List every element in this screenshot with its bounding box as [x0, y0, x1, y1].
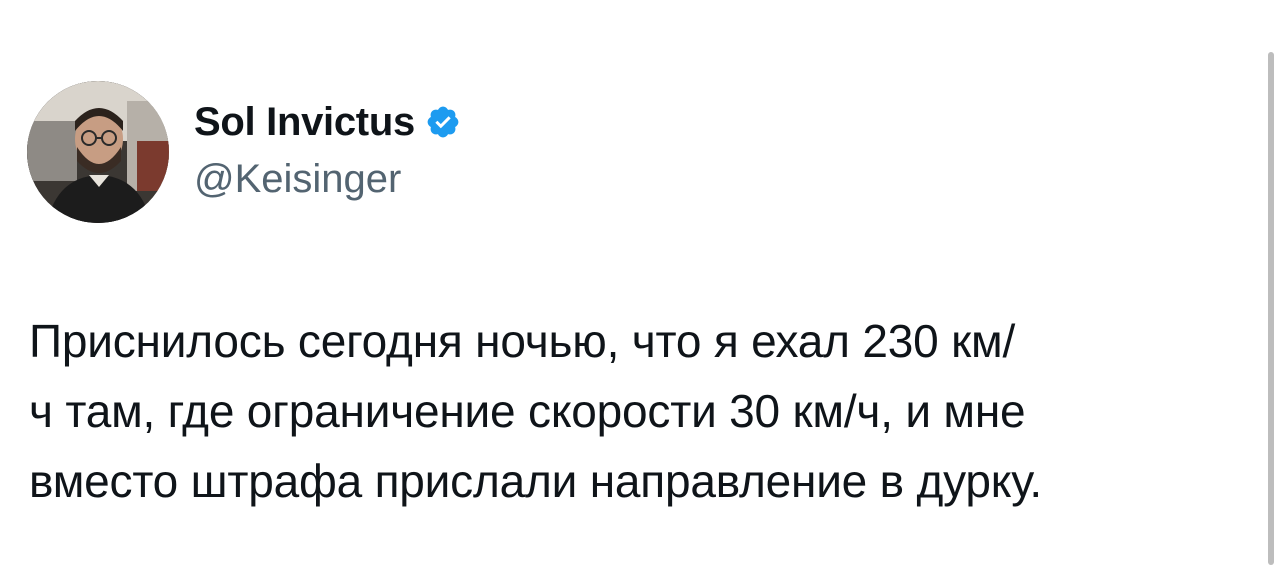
tweet-text-line: ч там, где ограничение скорости 30 км/ч,…: [29, 385, 1026, 437]
avatar-photo: [27, 81, 169, 223]
author-handle[interactable]: @Keisinger: [194, 155, 401, 203]
scrollbar[interactable]: [1268, 52, 1274, 565]
tweet-text-line: вместо штрафа прислали направление в дур…: [29, 455, 1042, 507]
avatar[interactable]: [27, 81, 169, 223]
tweet-card: Sol Invictus @Keisinger Приснилось сегод…: [0, 0, 1284, 565]
verified-badge-icon[interactable]: [425, 104, 461, 140]
author-display-name[interactable]: Sol Invictus: [194, 98, 415, 146]
tweet-text-line: Приснилось сегодня ночью, что я ехал 230…: [29, 315, 1016, 367]
author-name-row: Sol Invictus: [194, 97, 461, 147]
tweet-text: Приснилось сегодня ночью, что я ехал 230…: [29, 306, 1254, 516]
